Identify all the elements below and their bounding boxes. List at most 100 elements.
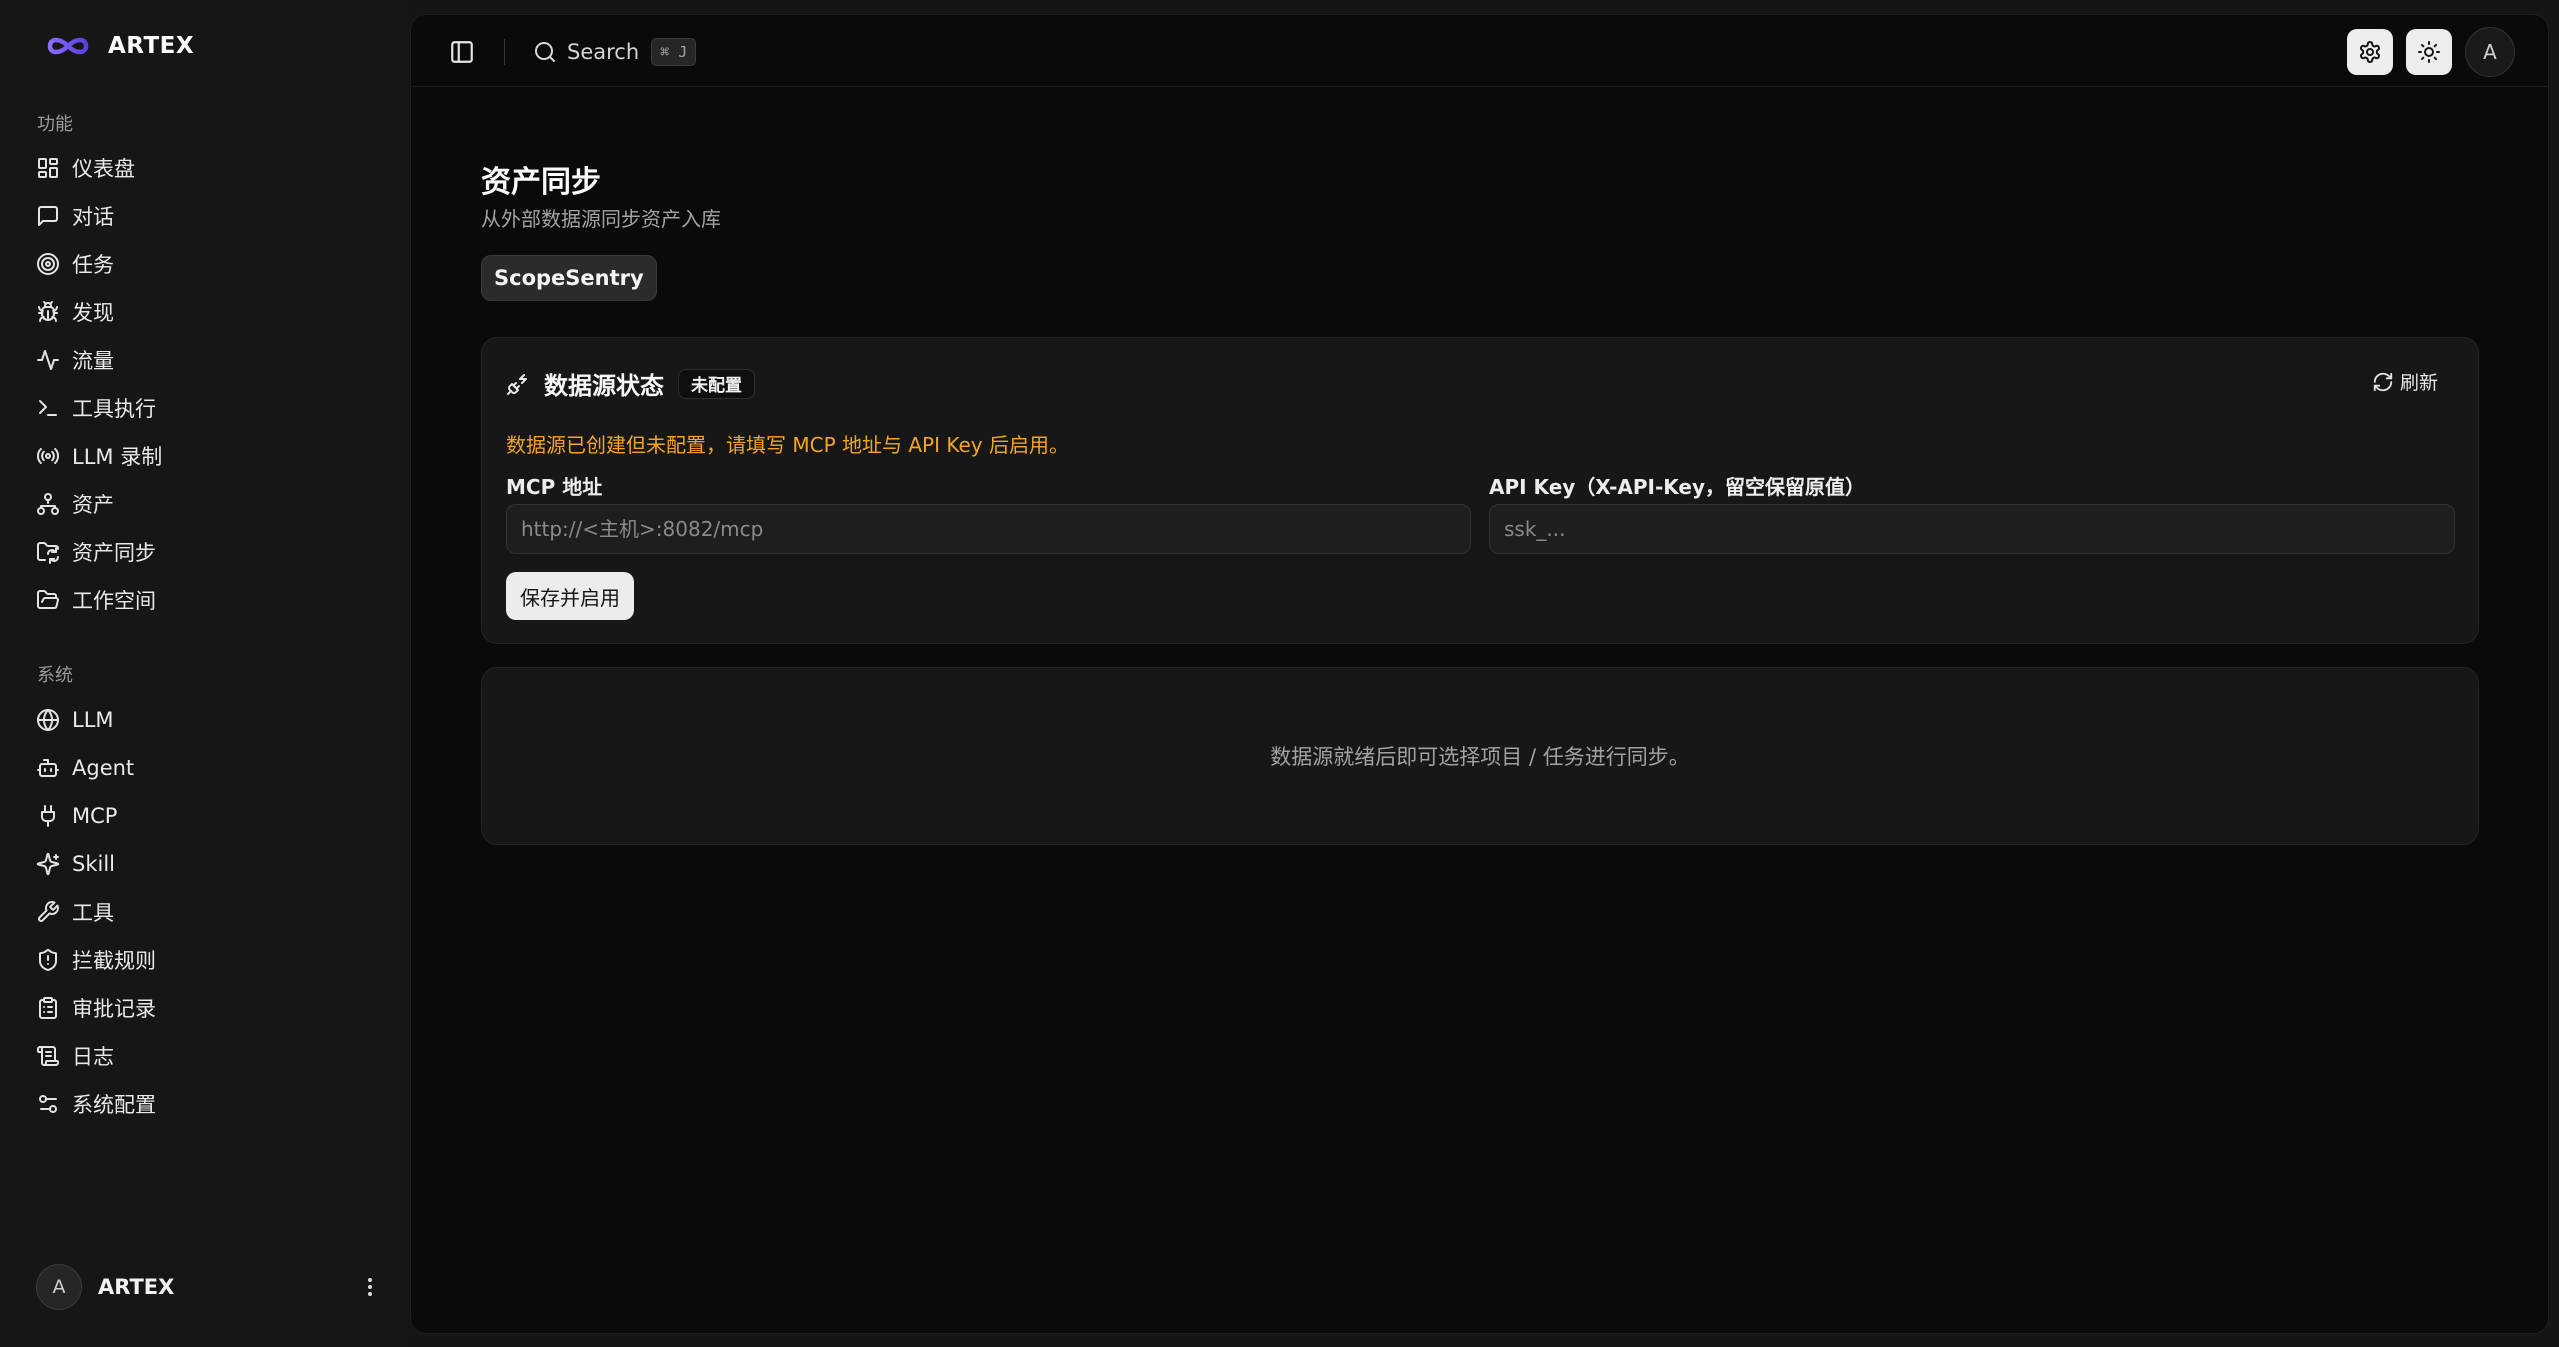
folder-sync-icon (37, 542, 59, 564)
mcp-address-input[interactable] (506, 504, 1471, 554)
topbar-divider (504, 39, 505, 65)
search-label: Search (567, 40, 640, 64)
mcp-address-label: MCP 地址 (506, 475, 603, 499)
search-shortcut: ⌘ J (651, 38, 697, 66)
sidebar-item-tasks[interactable]: 任务 (24, 240, 390, 288)
chat-icon (38, 206, 58, 226)
warning-message: 数据源已创建但未配置，请填写 MCP 地址与 API Key 后启用。 (506, 433, 1069, 457)
settings-button[interactable] (2347, 29, 2393, 75)
sidebar-item-label: 资产 (72, 493, 114, 517)
bot-icon (37, 759, 59, 777)
shield-icon (39, 949, 57, 972)
sidebar-item-label: 日志 (72, 1045, 114, 1069)
sidebar-item-dashboard[interactable]: 仪表盘 (24, 144, 390, 192)
sidebar-item-traffic[interactable]: 流量 (24, 336, 390, 384)
nav-group-label: 系统 (37, 665, 73, 686)
more-vertical-icon[interactable] (358, 1275, 382, 1299)
network-icon (37, 493, 59, 515)
scroll-icon (37, 1046, 59, 1066)
sidebar-item-intercept-rules[interactable]: 拦截规则 (24, 936, 390, 984)
status-badge: 未配置 (678, 368, 755, 399)
nav-group-system: LLM Agent MCP Skill 工具 拦截规则 审批记录 日志 系统配置 (24, 696, 390, 1128)
user-menu[interactable]: A ARTEX (36, 1262, 382, 1312)
nav-group-features: 仪表盘 对话 任务 发现 流量 工具执行 LLM 录制 资产 资产同步 工作空间 (24, 144, 390, 624)
user-avatar-button[interactable]: A (2465, 27, 2515, 77)
sidebar-item-label: 资产同步 (72, 541, 156, 565)
terminal-icon (39, 400, 57, 416)
sidebar-item-skill[interactable]: Skill (24, 840, 390, 888)
avatar: A (36, 1264, 82, 1310)
sidebar-item-assets[interactable]: 资产 (24, 480, 390, 528)
empty-state-message: 数据源就绪后即可选择项目 / 任务进行同步。 (1270, 745, 1690, 769)
brand-logo-icon (47, 37, 89, 55)
refresh-label: 刷新 (2399, 372, 2438, 394)
brand-name: ARTEX (108, 33, 195, 59)
sidebar-item-mcp[interactable]: MCP (24, 792, 390, 840)
tab-scopesentry[interactable]: ScopeSentry (481, 255, 657, 301)
sidebar-item-label: Agent (72, 756, 135, 780)
sidebar-item-tools[interactable]: 工具 (24, 888, 390, 936)
refresh-icon (2373, 372, 2393, 391)
sidebar-item-workspace[interactable]: 工作空间 (24, 576, 390, 624)
sidebar-item-label: 拦截规则 (72, 949, 156, 973)
sync-empty-card: 数据源就绪后即可选择项目 / 任务进行同步。 (481, 667, 2479, 845)
radio-icon (36, 447, 60, 465)
theme-toggle-button[interactable] (2406, 29, 2452, 75)
sidebar-item-label: 系统配置 (72, 1093, 156, 1117)
sidebar-item-label: 审批记录 (72, 997, 156, 1021)
sidebar-item-chat[interactable]: 对话 (24, 192, 390, 240)
sidebar-item-llm[interactable]: LLM (24, 696, 390, 744)
refresh-button[interactable]: 刷新 (2372, 368, 2438, 395)
sidebar-item-label: LLM 录制 (72, 445, 163, 469)
sparkles-icon (36, 852, 60, 876)
api-key-label: API Key（X-API-Key，留空保留原值） (1489, 475, 1866, 499)
settings-sliders-icon (39, 1095, 57, 1113)
sidebar-item-logs[interactable]: 日志 (24, 1032, 390, 1080)
bug-icon (38, 301, 58, 322)
sidebar: ARTEX 功能 仪表盘 对话 任务 发现 流量 工具执行 LLM 录制 资产 … (0, 0, 408, 1347)
sidebar-item-approvals[interactable]: 审批记录 (24, 984, 390, 1032)
sidebar-item-label: 流量 (72, 349, 114, 373)
sidebar-toggle-icon[interactable] (449, 39, 475, 65)
sidebar-item-label: 任务 (72, 253, 114, 277)
datasource-status-card: 数据源状态 未配置 刷新 数据源已创建但未配置，请填写 MCP 地址与 API … (481, 337, 2479, 644)
sidebar-item-llm-recording[interactable]: LLM 录制 (24, 432, 390, 480)
card-title: 数据源状态 (544, 372, 664, 400)
sidebar-item-tool-exec[interactable]: 工具执行 (24, 384, 390, 432)
brain-icon (37, 709, 59, 731)
dashboard-icon (38, 158, 58, 178)
sidebar-item-label: 发现 (72, 301, 114, 325)
sidebar-item-label: 对话 (72, 205, 114, 229)
brand[interactable]: ARTEX (46, 30, 194, 62)
page-subtitle: 从外部数据源同步资产入库 (481, 207, 721, 231)
sidebar-item-label: MCP (72, 804, 118, 828)
target-icon (37, 253, 59, 275)
page-title: 资产同步 (481, 165, 601, 200)
plug-icon (41, 805, 55, 827)
sidebar-item-label: 工具执行 (72, 397, 156, 421)
sun-icon (2418, 41, 2440, 63)
sidebar-item-label: 工具 (72, 901, 114, 925)
plug-zap-icon (507, 373, 527, 395)
topbar: Search ⌘ J A (411, 15, 2548, 87)
main-panel: Search ⌘ J A 资产同步 从外部数据源同步资产入库 ScopeSent… (410, 14, 2549, 1334)
card-header: 数据源状态 未配置 (506, 366, 755, 401)
save-enable-button[interactable]: 保存并启用 (506, 572, 634, 620)
search-icon (535, 42, 555, 62)
api-key-input[interactable] (1489, 504, 2455, 554)
activity-icon (37, 350, 59, 370)
wrench-icon (38, 901, 59, 922)
nav-group-label: 功能 (37, 114, 73, 135)
sidebar-item-label: 仪表盘 (72, 157, 135, 181)
user-name: ARTEX (98, 1275, 175, 1299)
search-button[interactable]: Search ⌘ J (533, 36, 697, 68)
sidebar-item-agent[interactable]: Agent (24, 744, 390, 792)
folder-open-icon (37, 590, 59, 609)
sidebar-item-asset-sync[interactable]: 资产同步 (24, 528, 390, 576)
sidebar-item-label: LLM (72, 708, 114, 732)
sidebar-item-system-config[interactable]: 系统配置 (24, 1080, 390, 1128)
gear-icon (2360, 41, 2380, 63)
clipboard-icon (39, 997, 57, 1019)
sidebar-item-findings[interactable]: 发现 (24, 288, 390, 336)
sidebar-item-label: 工作空间 (72, 589, 156, 613)
